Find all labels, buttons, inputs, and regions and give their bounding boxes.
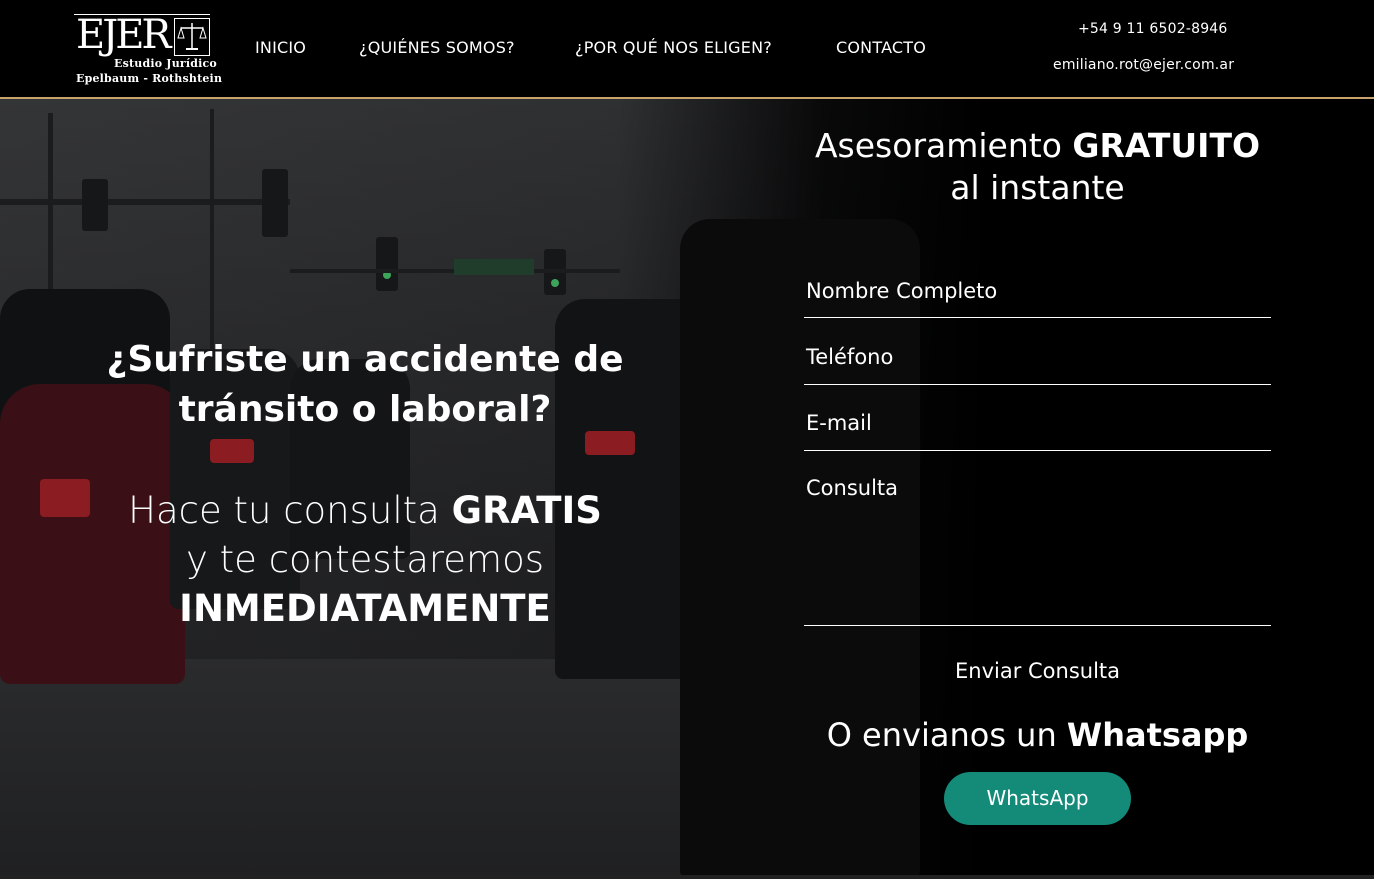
- name-placeholder: Nombre Completo: [806, 279, 998, 303]
- message-placeholder: Consulta: [806, 476, 899, 500]
- header-phone[interactable]: +54 9 11 6502-8946: [1078, 21, 1228, 37]
- traffic-signal: [82, 179, 108, 231]
- form-title-line: Asesoramiento GRATUITO: [800, 125, 1275, 167]
- road: [0, 659, 760, 879]
- logo-firm-names: Epelbaum - Rothshtein: [76, 72, 223, 85]
- road-sign: [454, 259, 534, 275]
- nav-item-inicio[interactable]: INICIO: [255, 38, 306, 57]
- bottom-scroll-edge: [0, 875, 1374, 879]
- whatsapp-button[interactable]: WhatsApp: [944, 772, 1131, 825]
- sub-emphasis: INMEDIATAMENTE: [179, 587, 551, 630]
- hero-subheadline: Hace tu consulta GRATIS y te contestarem…: [70, 486, 660, 633]
- traffic-signal: [262, 169, 288, 237]
- phone-field[interactable]: Teléfono: [804, 345, 1271, 385]
- sub-line: INMEDIATAMENTE: [70, 584, 660, 633]
- whatsapp-title: O envianos un Whatsapp: [800, 711, 1275, 759]
- traffic-signal: [376, 237, 398, 291]
- nav-item-contacto[interactable]: CONTACTO: [836, 38, 926, 57]
- nav-item-quienes-somos[interactable]: ¿QUIÉNES SOMOS?: [359, 38, 515, 57]
- phone-placeholder: Teléfono: [806, 345, 894, 369]
- pole: [210, 109, 214, 359]
- car-tail-light: [210, 439, 254, 463]
- green-light: [551, 279, 559, 287]
- nav-item-por-que-nos-eligen[interactable]: ¿POR QUÉ NOS ELIGEN?: [575, 38, 772, 57]
- site-header: EJER Estudio Jurídico Epelbaum - Rothsht…: [0, 0, 1374, 99]
- hero-section: ¿Sufriste un accidente de tránsito o lab…: [0, 99, 1374, 879]
- scales-of-justice-icon: [174, 18, 210, 56]
- logo-title: EJER: [76, 12, 172, 58]
- submit-button[interactable]: Enviar Consulta: [890, 654, 1185, 688]
- whatsapp-title-emphasis: Whatsapp: [1066, 716, 1249, 754]
- logo[interactable]: EJER Estudio Jurídico Epelbaum - Rothsht…: [74, 12, 222, 88]
- hero-headline: ¿Sufriste un accidente de tránsito o lab…: [70, 335, 660, 435]
- message-field[interactable]: Consulta: [804, 476, 1271, 626]
- form-title-text: Asesoramiento: [814, 126, 1073, 165]
- form-title-line: al instante: [950, 168, 1125, 207]
- sub-line: y te contestaremos: [186, 538, 544, 581]
- header-email[interactable]: emiliano.rot@ejer.com.ar: [1053, 57, 1234, 73]
- whatsapp-title-text: O envianos un: [826, 716, 1067, 754]
- logo-subtitle: Estudio Jurídico: [114, 57, 217, 70]
- form-title: Asesoramiento GRATUITO al instante: [800, 125, 1275, 209]
- headline-line: ¿Sufriste un accidente de: [106, 339, 624, 380]
- sub-text: Hace tu consulta: [128, 489, 452, 532]
- name-field[interactable]: Nombre Completo: [804, 279, 1271, 318]
- email-field[interactable]: E-mail: [804, 411, 1271, 451]
- form-title-emphasis: GRATUITO: [1072, 126, 1261, 165]
- sub-emphasis: GRATIS: [451, 489, 602, 532]
- email-placeholder: E-mail: [806, 411, 872, 435]
- pole-arm: [0, 199, 290, 205]
- headline-line: tránsito o laboral?: [178, 389, 552, 430]
- sub-line: Hace tu consulta GRATIS: [70, 486, 660, 535]
